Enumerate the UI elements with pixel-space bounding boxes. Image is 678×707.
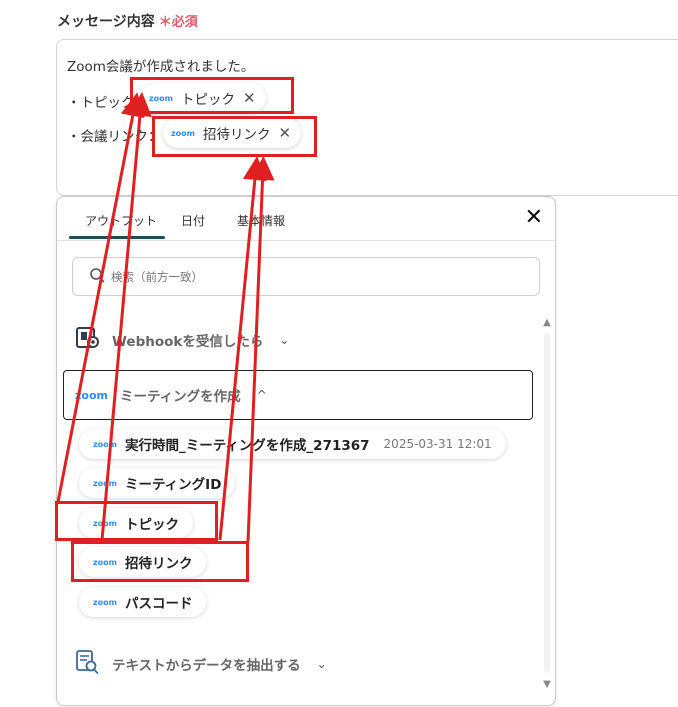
annotation-arrows — [56, 92, 275, 543]
